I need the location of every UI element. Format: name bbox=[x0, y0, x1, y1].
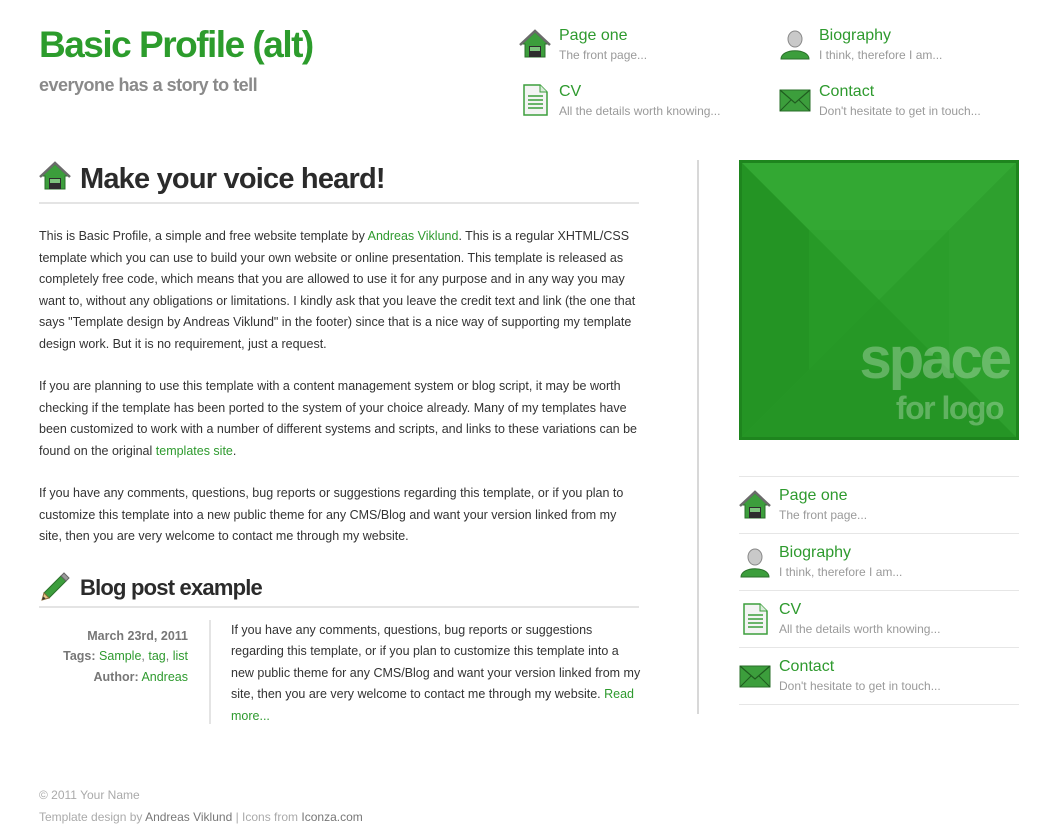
blog-heading: Blog post example bbox=[39, 570, 639, 608]
templates-site-link[interactable]: templates site bbox=[156, 444, 233, 458]
pencil-icon bbox=[41, 571, 70, 601]
home-icon bbox=[519, 29, 551, 58]
document-icon bbox=[743, 603, 768, 635]
sidebar-item-biography[interactable]: Biography I think, therefore I am... bbox=[739, 533, 1019, 590]
sidebar-item-cv[interactable]: CV All the details worth knowing... bbox=[739, 590, 1019, 647]
topnav-title: Biography bbox=[819, 27, 892, 44]
home-icon bbox=[739, 490, 771, 519]
designer-link[interactable]: Andreas Viklund bbox=[145, 810, 232, 824]
sidebar-item-desc: I think, therefore I am... bbox=[779, 565, 903, 579]
envelope-icon bbox=[739, 665, 771, 688]
iconza-link[interactable]: Iconza.com bbox=[301, 810, 362, 824]
paragraph-intro: This is Basic Profile, a simple and free… bbox=[39, 226, 639, 355]
paragraph-text: If you are planning to use this template… bbox=[39, 379, 637, 458]
blog-excerpt: If you have any comments, questions, bug… bbox=[231, 620, 641, 728]
footer-copyright: © 2011 Your Name bbox=[39, 788, 140, 802]
top-navigation: Page one The front page... Biography I t… bbox=[519, 27, 1039, 130]
sidebar-item-contact[interactable]: Contact Don't hesitate to get in touch..… bbox=[739, 647, 1019, 705]
author-link[interactable]: Andreas Viklund bbox=[368, 229, 459, 243]
sidebar-navigation: Page one The front page... Biography I t… bbox=[739, 476, 1019, 705]
main-content: Make your voice heard! This is Basic Pro… bbox=[39, 158, 641, 730]
topnav-item-contact[interactable]: Contact Don't hesitate to get in touch..… bbox=[779, 83, 1019, 130]
sidebar-item-desc: All the details worth knowing... bbox=[779, 622, 941, 636]
blog-title: Blog post example bbox=[80, 574, 263, 600]
sidebar-item-page-one[interactable]: Page one The front page... bbox=[739, 476, 1019, 533]
paragraph-text: This is Basic Profile, a simple and free… bbox=[39, 229, 368, 243]
sidebar-item-desc: The front page... bbox=[779, 508, 868, 522]
paragraph-contact: If you have any comments, questions, bug… bbox=[39, 486, 624, 543]
page-heading: Make your voice heard! bbox=[80, 163, 386, 195]
topnav-desc: All the details worth knowing... bbox=[559, 104, 721, 118]
blog-text: If you have any comments, questions, bug… bbox=[231, 622, 641, 702]
blog-post: March 23rd, 2011 Tags: Sample, tag, list… bbox=[39, 619, 641, 730]
topnav-title: Page one bbox=[559, 27, 628, 44]
topnav-desc: Don't hesitate to get in touch... bbox=[819, 104, 981, 118]
author-link[interactable]: Andreas bbox=[141, 670, 188, 684]
sidebar-item-desc: Don't hesitate to get in touch... bbox=[779, 679, 941, 693]
sidebar-item-title: Biography bbox=[779, 544, 852, 561]
site-title[interactable]: Basic Profile (alt) bbox=[39, 24, 314, 66]
home-icon bbox=[39, 161, 71, 190]
blog-meta: March 23rd, 2011 Tags: Sample, tag, list… bbox=[39, 626, 188, 688]
tags-label: Tags: bbox=[63, 649, 96, 663]
tag-link[interactable]: Sample bbox=[99, 649, 141, 663]
topnav-item-biography[interactable]: Biography I think, therefore I am... bbox=[779, 27, 1019, 74]
section-heading: Make your voice heard! bbox=[39, 158, 639, 204]
paragraph-text: . bbox=[232, 443, 237, 458]
logo-placeholder[interactable]: space for logo bbox=[739, 160, 1019, 440]
topnav-item-page-one[interactable]: Page one The front page... bbox=[519, 27, 759, 74]
topnav-title: Contact bbox=[819, 83, 875, 100]
topnav-title: CV bbox=[559, 83, 582, 100]
tag-link[interactable]: tag bbox=[148, 649, 165, 663]
sidebar-item-title: Contact bbox=[779, 658, 835, 675]
sidebar-item-title: CV bbox=[779, 601, 802, 618]
topnav-desc: The front page... bbox=[559, 48, 648, 62]
footer-text: Template design by bbox=[39, 810, 146, 824]
page: Basic Profile (alt) everyone has a story… bbox=[0, 0, 1060, 826]
footer-credits: Template design by Andreas Viklund | Ico… bbox=[39, 806, 363, 826]
post-date: March 23rd, 2011 bbox=[87, 628, 188, 643]
paragraph-text: . This is a regular XHTML/CSS template w… bbox=[39, 229, 636, 351]
topnav-desc: I think, therefore I am... bbox=[819, 48, 943, 62]
document-icon bbox=[523, 84, 548, 116]
column-divider bbox=[697, 160, 699, 714]
logo-text: space bbox=[859, 326, 1012, 391]
topnav-item-cv[interactable]: CV All the details worth knowing... bbox=[519, 83, 759, 130]
footer: © 2011 Your Name Template design by Andr… bbox=[39, 784, 363, 826]
author-label: Author: bbox=[93, 669, 139, 684]
user-icon bbox=[780, 30, 810, 60]
logo-text: for logo bbox=[895, 390, 1005, 426]
sidebar-item-title: Page one bbox=[779, 487, 848, 504]
post-tags: Tags: Sample, tag, list bbox=[63, 649, 188, 663]
user-icon bbox=[740, 548, 770, 578]
paragraph-cms: If you are planning to use this template… bbox=[39, 376, 639, 462]
site-tagline: everyone has a story to tell bbox=[39, 75, 258, 95]
divider bbox=[209, 619, 211, 724]
footer-text: | Icons from bbox=[232, 810, 302, 824]
envelope-icon bbox=[779, 89, 811, 112]
tag-link[interactable]: list bbox=[173, 649, 188, 663]
post-author: Author: Andreas bbox=[39, 667, 188, 688]
